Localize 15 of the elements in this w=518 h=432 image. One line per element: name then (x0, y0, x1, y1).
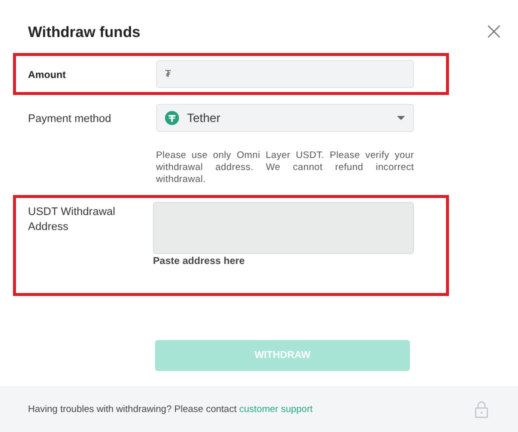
amount-field[interactable]: ₮ (156, 60, 414, 88)
address-field[interactable] (153, 202, 414, 254)
help-text: Having troubles with withdrawing? Please contact customer support (28, 404, 313, 414)
field-hint: Paste address here (153, 256, 246, 267)
field-label: Payment method (28, 112, 112, 127)
close-icon[interactable]: × (484, 22, 504, 41)
lock-icon (475, 400, 488, 418)
payment-method-dropdown[interactable]: Tether (156, 104, 414, 132)
notice-text: Please use only Omni Layer USDT. Please verify your withdrawal address. We cannot refund incorrect withdrawal. (156, 149, 414, 187)
support-link[interactable]: customer support (239, 404, 313, 414)
dialog-title: Withdraw funds (28, 23, 140, 41)
tether-icon (165, 111, 179, 125)
caret-icon (397, 116, 405, 120)
field-label: Amount (28, 69, 67, 83)
field-label: USDT Withdrawal Address (28, 205, 116, 235)
